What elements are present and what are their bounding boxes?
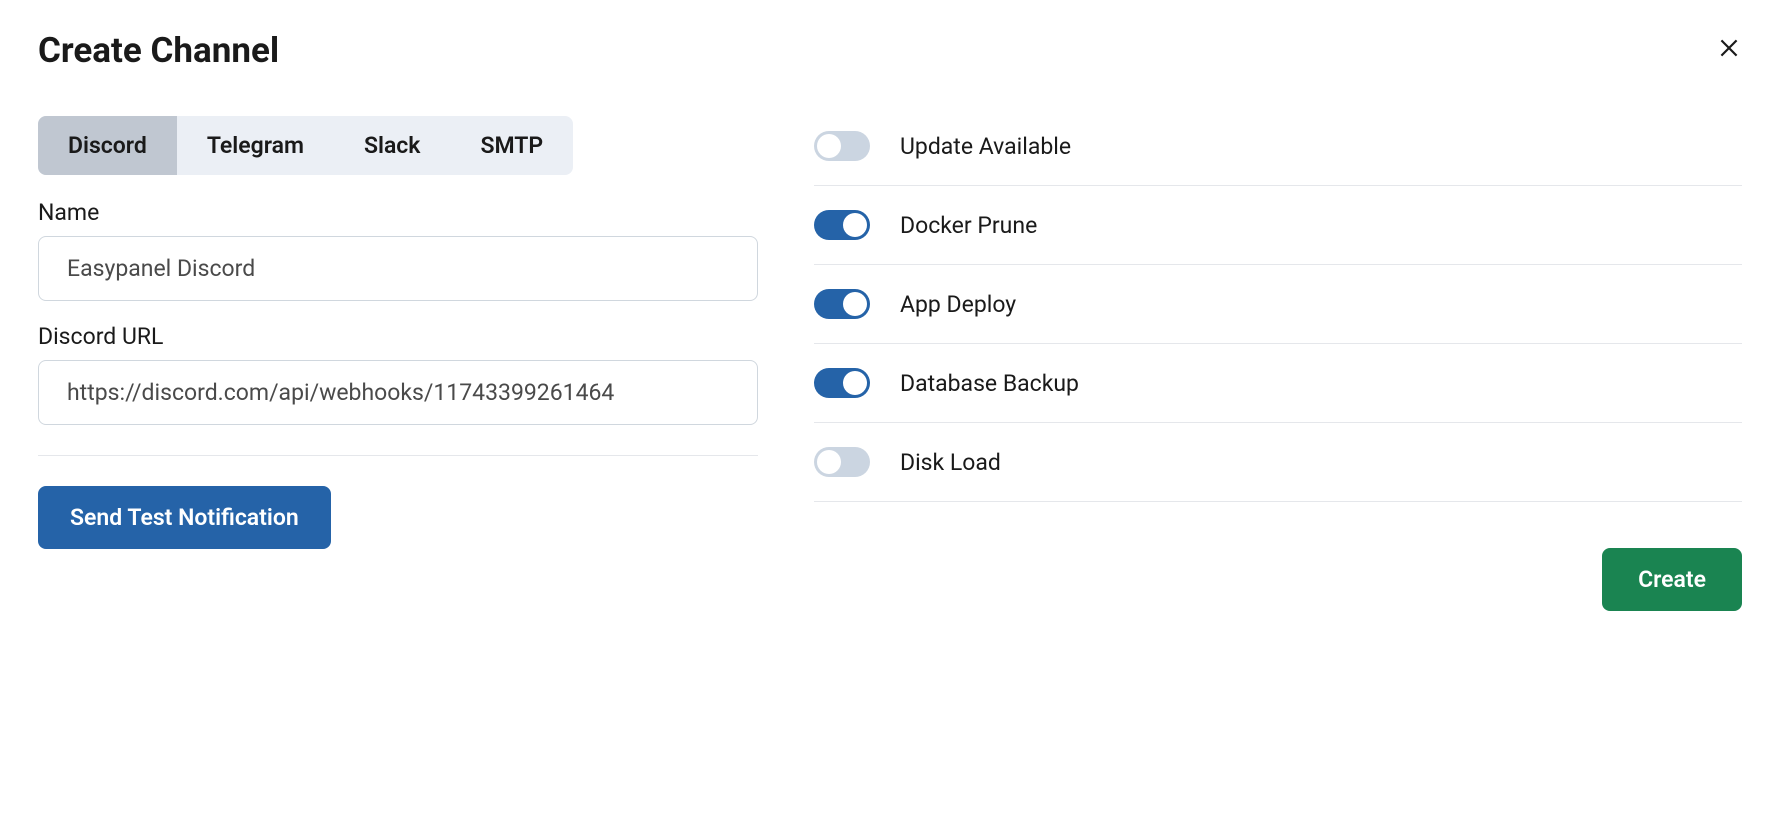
tab-telegram[interactable]: Telegram (177, 116, 334, 175)
toggle-update-available[interactable] (814, 131, 870, 161)
toggle-row-docker-prune: Docker Prune (814, 186, 1742, 265)
toggle-thumb (843, 292, 867, 316)
close-button[interactable] (1716, 35, 1742, 66)
name-label: Name (38, 199, 758, 226)
toggle-thumb (817, 450, 841, 474)
tabs: Discord Telegram Slack SMTP (38, 116, 573, 175)
divider (38, 455, 758, 456)
toggle-app-deploy[interactable] (814, 289, 870, 319)
discord-url-input[interactable] (38, 360, 758, 425)
toggle-docker-prune[interactable] (814, 210, 870, 240)
toggle-database-backup[interactable] (814, 368, 870, 398)
toggle-thumb (817, 134, 841, 158)
toggle-row-database-backup: Database Backup (814, 344, 1742, 423)
close-icon (1716, 35, 1742, 61)
name-input[interactable] (38, 236, 758, 301)
toggle-disk-load[interactable] (814, 447, 870, 477)
tab-discord[interactable]: Discord (38, 116, 177, 175)
tab-slack[interactable]: Slack (334, 116, 451, 175)
toggle-label-app-deploy: App Deploy (900, 291, 1016, 318)
toggle-thumb (843, 213, 867, 237)
toggle-thumb (843, 371, 867, 395)
toggle-row-disk-load: Disk Load (814, 423, 1742, 502)
send-test-button[interactable]: Send Test Notification (38, 486, 331, 549)
toggle-label-docker-prune: Docker Prune (900, 212, 1037, 239)
page-title: Create Channel (38, 30, 279, 71)
toggle-row-update-available: Update Available (814, 121, 1742, 186)
toggle-label-disk-load: Disk Load (900, 449, 1001, 476)
discord-url-label: Discord URL (38, 323, 758, 350)
toggle-row-app-deploy: App Deploy (814, 265, 1742, 344)
tab-smtp[interactable]: SMTP (450, 116, 573, 175)
toggle-label-database-backup: Database Backup (900, 370, 1079, 397)
create-button[interactable]: Create (1602, 548, 1742, 611)
toggle-label-update-available: Update Available (900, 133, 1071, 160)
